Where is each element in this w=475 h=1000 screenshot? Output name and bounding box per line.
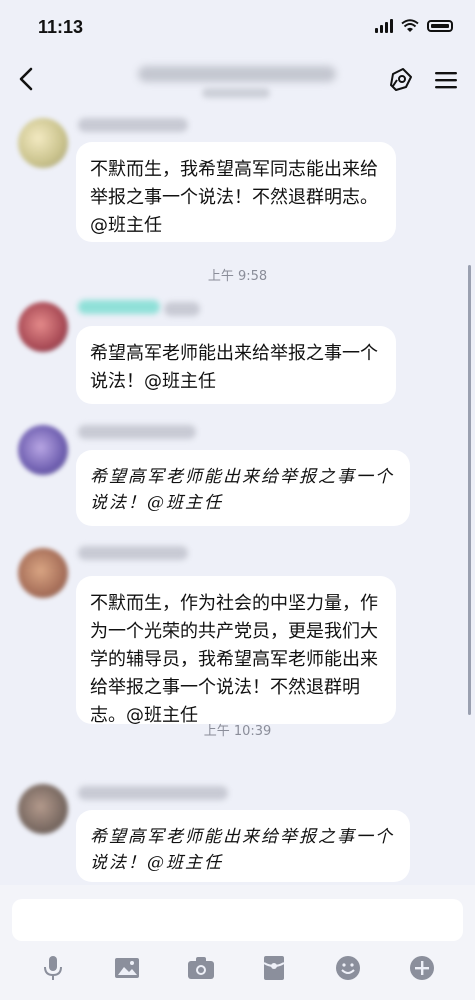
status-bar: 11:13 [0, 0, 475, 52]
message-text: 希望高军老师能出来给举报之事一个说法！@班主任 [90, 467, 394, 513]
message-bubble[interactable]: 希望高军老师能出来给举报之事一个说法！@班主任 [76, 810, 410, 882]
battery-icon [427, 20, 453, 32]
emoji-icon[interactable] [334, 954, 362, 982]
microphone-icon[interactable] [39, 954, 67, 982]
timestamp: 上午 10:39 [203, 724, 272, 739]
sender-name-blurred [78, 546, 188, 560]
avatar[interactable] [18, 118, 68, 168]
message-text: 希望高军老师能出来给举报之事一个说法！@班主任 [90, 343, 378, 392]
message-bubble[interactable]: 希望高军老师能出来给举报之事一个说法！@班主任 [76, 450, 410, 526]
sender-name-blurred [78, 300, 160, 314]
nav-bar [0, 52, 475, 110]
message-bubble[interactable]: 不默而生，作为社会的中坚力量，作为一个光荣的共产党员，更是我们大学的辅导员，我希… [76, 576, 396, 726]
image-icon[interactable] [113, 954, 141, 982]
camera-icon[interactable] [187, 954, 215, 982]
status-time: 11:13 [38, 17, 84, 37]
composer-toolbar [0, 953, 475, 983]
sender-tag-blurred [164, 302, 200, 316]
sender-name-blurred [78, 786, 228, 800]
wifi-icon [401, 19, 419, 32]
avatar[interactable] [18, 548, 68, 598]
message-text: 不默而生，作为社会的中坚力量，作为一个光荣的共产党员，更是我们大学的辅导员，我希… [90, 593, 378, 726]
red-packet-icon[interactable] [260, 954, 288, 982]
system-icons [375, 19, 453, 33]
back-button[interactable] [16, 66, 40, 96]
chat-title-blurred [138, 66, 336, 82]
message-bubble[interactable]: 希望高军老师能出来给举报之事一个说法！@班主任 [76, 326, 396, 404]
menu-icon[interactable] [435, 70, 457, 90]
message-text: 不默而生，我希望高军同志能出来给举报之事一个说法！不然退群明志。@班主任 [90, 159, 378, 236]
message-text: 希望高军老师能出来给举报之事一个说法！@班主任 [90, 827, 394, 873]
avatar[interactable] [18, 425, 68, 475]
plus-icon[interactable] [408, 954, 436, 982]
message-input[interactable] [12, 899, 463, 941]
sender-name-blurred [78, 118, 188, 132]
chevron-left-icon [19, 67, 33, 91]
avatar[interactable] [18, 784, 68, 834]
announcement-icon[interactable] [387, 66, 415, 94]
chat-subtitle-blurred [202, 88, 270, 98]
avatar[interactable] [18, 302, 68, 352]
message-bubble[interactable]: 不默而生，我希望高军同志能出来给举报之事一个说法！不然退群明志。@班主任 [76, 142, 396, 242]
sender-name-blurred [78, 425, 196, 439]
timestamp: 上午 9:58 [207, 269, 268, 284]
scrollbar[interactable] [468, 265, 471, 715]
composer [0, 885, 475, 1000]
signal-icon [375, 19, 393, 33]
